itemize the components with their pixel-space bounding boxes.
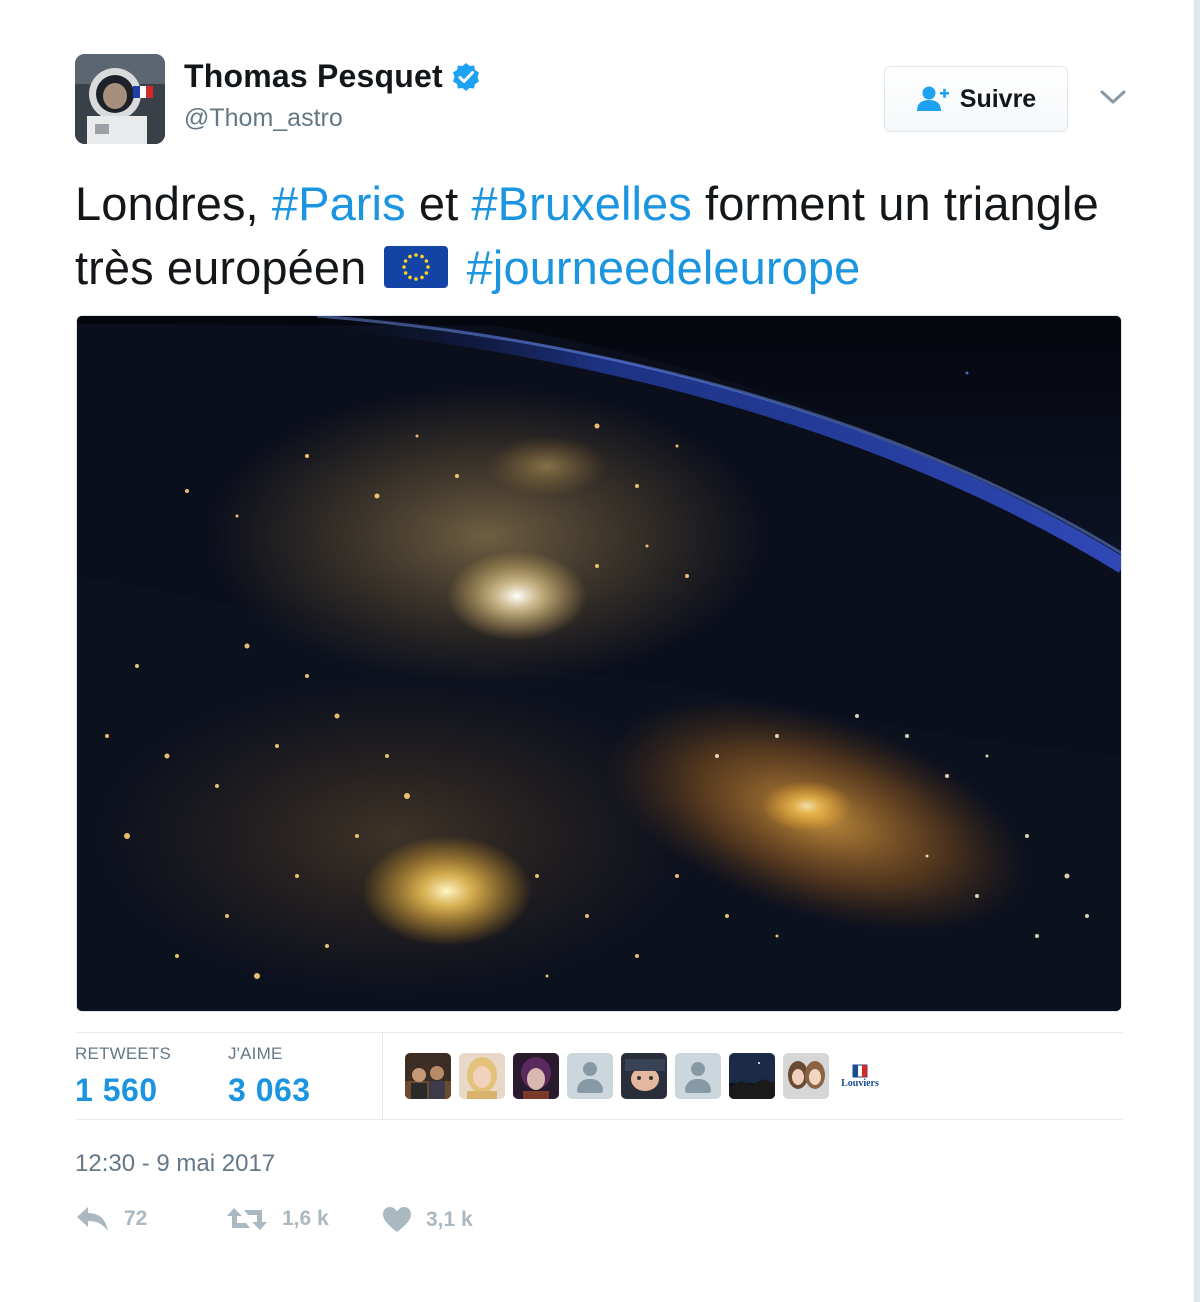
- tweet-text: Londres, #Paris et #Bruxelles forment un…: [75, 172, 1135, 300]
- timestamp[interactable]: 12:30 - 9 mai 2017: [75, 1150, 275, 1178]
- reply-button[interactable]: 72: [76, 1206, 147, 1232]
- retweets-stat[interactable]: RETWEETS 1 560: [75, 1044, 171, 1109]
- tweet-text-part: et: [405, 177, 472, 230]
- likes-count: 3 063: [228, 1072, 311, 1108]
- liker-avatar[interactable]: [405, 1053, 451, 1099]
- likes-stat[interactable]: J'AIME 3 063: [228, 1044, 311, 1109]
- tweet-text-part: Londres,: [75, 177, 272, 230]
- liker-avatar[interactable]: [459, 1053, 505, 1099]
- reply-count: 72: [124, 1207, 148, 1230]
- follow-label: Suivre: [959, 84, 1037, 113]
- stats-vertical-divider: [382, 1032, 383, 1120]
- retweets-count: 1 560: [75, 1072, 158, 1108]
- liker-avatar[interactable]: [783, 1053, 829, 1099]
- heart-icon: [383, 1207, 411, 1232]
- liker-avatar[interactable]: [513, 1053, 559, 1099]
- likes-label: J'AIME: [228, 1044, 283, 1063]
- default-avatar-body-icon: [577, 1079, 603, 1093]
- liker-avatar-default[interactable]: [675, 1053, 721, 1099]
- add-user-icon: [916, 85, 950, 113]
- follow-button[interactable]: Suivre: [884, 66, 1068, 132]
- display-name[interactable]: Thomas Pesquet: [184, 58, 443, 95]
- liker-avatar-logo[interactable]: Louviers: [837, 1053, 883, 1099]
- stats-divider: [76, 1032, 1122, 1033]
- hashtag-journeedeleurope[interactable]: #journeedeleurope: [467, 241, 861, 294]
- reply-icon: [77, 1207, 108, 1231]
- handle[interactable]: @Thom_astro: [184, 104, 343, 133]
- like-count: 3,1 k: [426, 1207, 473, 1231]
- right-border: [1194, 0, 1200, 1302]
- liker-avatar[interactable]: [729, 1053, 775, 1099]
- tweet-photo[interactable]: [76, 315, 1122, 1012]
- name-row: Thomas Pesquet: [184, 58, 481, 95]
- retweet-count: 1,6 k: [282, 1207, 329, 1230]
- chevron-down-icon[interactable]: [1098, 86, 1128, 108]
- likers-list: Louviers: [405, 1053, 883, 1099]
- retweet-icon: [227, 1208, 267, 1230]
- retweet-button[interactable]: 1,6 k: [226, 1206, 329, 1232]
- logo-emblem-icon: [852, 1064, 868, 1077]
- default-avatar-body-icon: [685, 1079, 711, 1093]
- default-avatar-head-icon: [691, 1062, 705, 1076]
- liker-avatar[interactable]: [621, 1053, 667, 1099]
- like-button[interactable]: 3,1 k: [382, 1206, 473, 1233]
- retweets-label: RETWEETS: [75, 1044, 172, 1063]
- verified-badge-icon: [451, 62, 481, 92]
- hashtag-bruxelles[interactable]: #Bruxelles: [471, 177, 691, 230]
- stats-divider: [76, 1119, 1122, 1120]
- logo-text: Louviers: [841, 1077, 879, 1089]
- hashtag-paris[interactable]: #Paris: [272, 177, 406, 230]
- liker-avatar-default[interactable]: [567, 1053, 613, 1099]
- avatar[interactable]: [75, 54, 165, 144]
- default-avatar-head-icon: [583, 1062, 597, 1076]
- eu-flag-icon: [383, 240, 448, 288]
